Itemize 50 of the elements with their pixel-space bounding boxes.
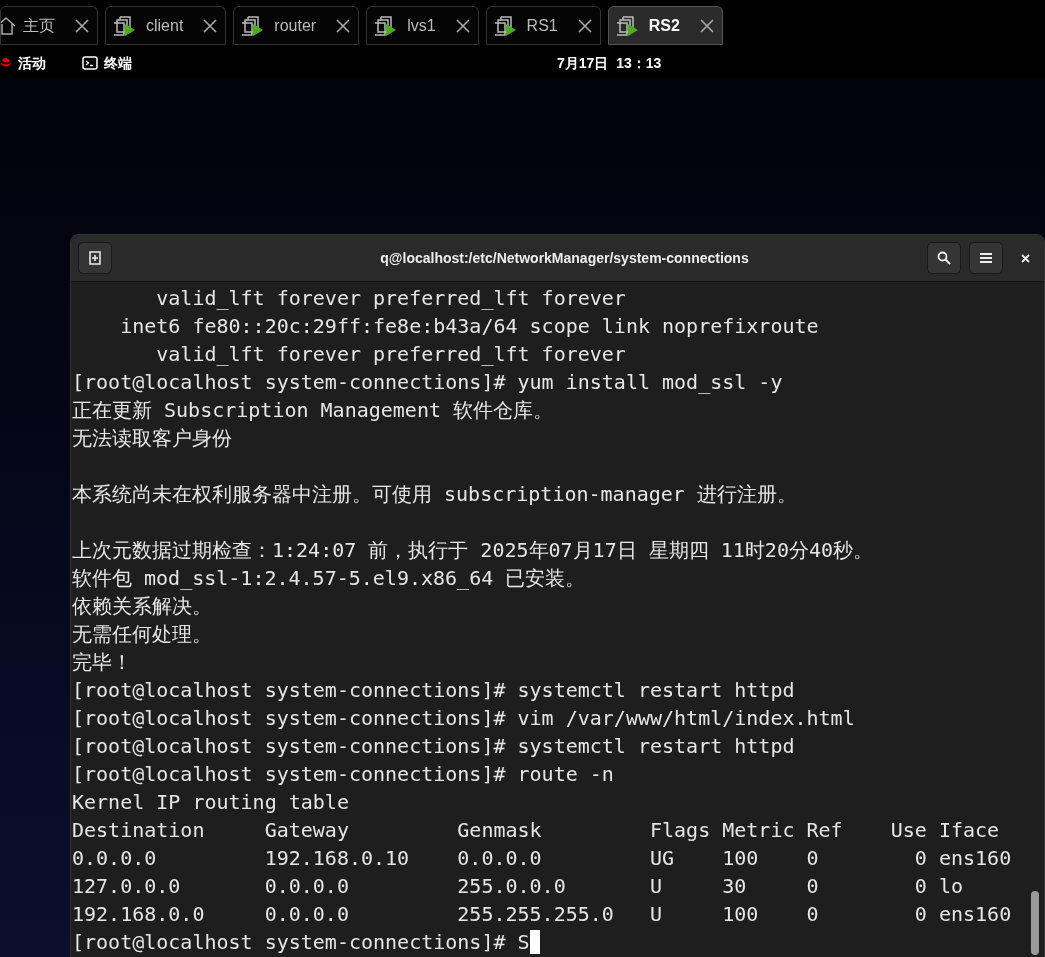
terminal-line: [root@localhost system-connections]# S [72, 929, 530, 956]
terminal-line: [root@localhost system-connections]# systemctl restart httpd [72, 733, 795, 760]
tab[interactable]: router [233, 6, 360, 45]
terminal-line: 完毕！ [72, 649, 132, 676]
menu-button[interactable] [969, 242, 1003, 274]
terminal-line: 127.0.0.0 0.0.0.0 255.0.0.0 U 30 0 0 lo [72, 873, 964, 900]
activities-button[interactable]: 活动 [18, 52, 46, 74]
tab[interactable]: 主页 [0, 6, 98, 45]
terminal-line: 依赖关系解决。 [72, 593, 212, 620]
terminal-line: [root@localhost system-connections]# systemctl restart httpd [72, 677, 795, 704]
terminal-line: inet6 fe80::20c:29ff:fe8e:b43a/64 scope link noprefixroute [119, 313, 819, 340]
clock[interactable]: 7月17日 13：13 [557, 52, 662, 74]
search-icon [937, 251, 951, 265]
tab[interactable]: RS2 [607, 6, 723, 45]
terminal-line: Destination Gateway Genmask Flags Metric Ref Use Iface [72, 817, 1000, 844]
menu-icon [980, 253, 992, 263]
app-menu[interactable]: 终端 [104, 52, 132, 74]
close-icon[interactable] [577, 18, 592, 33]
terminal-line: 上次元数据过期检查：1:24:07 前，执行于 2025年07月17日 星期四 11时20分40秒。 [72, 537, 874, 564]
hat-icon [0, 58, 12, 68]
tab[interactable]: client [105, 6, 227, 45]
tab[interactable]: RS1 [485, 6, 601, 45]
close-icon[interactable] [455, 18, 470, 33]
close-icon[interactable] [75, 18, 89, 33]
terminal-line: 无法读取客户身份 [72, 425, 232, 452]
terminal-line: 正在更新 Subscription Management 软件仓库。 [72, 397, 554, 424]
search-button[interactable] [927, 242, 961, 274]
terminal-line: [root@localhost system-connections]# vim /var/www/html/index.html [72, 705, 855, 732]
terminal-line: [root@localhost system-connections]# route -n [72, 761, 614, 788]
tab[interactable]: lvs1 [366, 6, 479, 45]
terminal-line: [root@localhost system-connections]# yum install mod_ssl -y [72, 369, 783, 396]
terminal-line: 0.0.0.0 192.168.0.10 0.0.0.0 UG 100 0 0 ens160 [72, 845, 1012, 872]
terminal-line: 软件包 mod_ssl-1:2.4.57-5.el9.x86_64 已安装。 [72, 565, 586, 592]
scrollbar[interactable] [1031, 891, 1039, 955]
terminal-line: Kernel IP routing table [72, 789, 349, 816]
window-title: q@localhost:/etc/NetworkManager/system-connections [379, 248, 750, 268]
terminal-line: 本系统尚未在权利服务器中注册。可使用 subscription-manager 进行注册。 [72, 481, 797, 508]
close-icon[interactable] [699, 18, 714, 33]
home-icon [1, 16, 15, 35]
terminal-line: valid_lft forever preferred_lft forever [155, 341, 626, 368]
new-tab-icon [87, 250, 103, 266]
close-icon[interactable] [203, 18, 218, 33]
new-tab-button[interactable] [78, 242, 112, 274]
terminal-icon [82, 56, 98, 70]
text-cursor [529, 930, 540, 954]
close-icon[interactable] [336, 18, 351, 33]
close-icon [1020, 253, 1030, 263]
terminal-line: valid_lft forever preferred_lft forever [155, 285, 626, 312]
terminal-line: 192.168.0.0 0.0.0.0 255.255.255.0 U 100 0 0 ens160 [72, 901, 1012, 928]
terminal-line: 无需任何处理。 [72, 621, 212, 648]
